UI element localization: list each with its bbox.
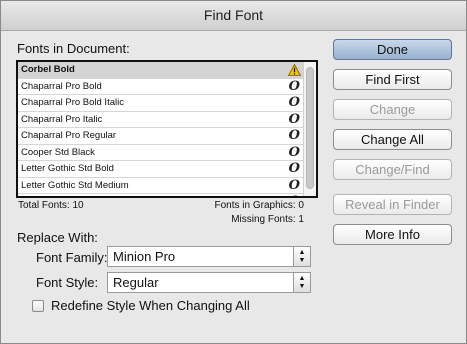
- missing-fonts-count: Missing Fonts: 1: [231, 214, 304, 225]
- opentype-font-icon: O: [288, 111, 300, 127]
- find-font-dialog: Find Font Fonts in Document: Corbel Bold…: [0, 0, 467, 344]
- font-name: Corbel Bold: [21, 64, 75, 75]
- opentype-font-icon: O: [288, 144, 300, 160]
- font-name: Chaparral Pro Bold Italic: [21, 97, 124, 108]
- reveal-in-finder-button[interactable]: Reveal in Finder: [333, 194, 452, 215]
- font-name: Letter Gothic Std Medium: [21, 179, 129, 191]
- change-button[interactable]: Change: [333, 99, 452, 120]
- fonts-in-graphics-count: Fonts in Graphics: 0: [214, 200, 304, 211]
- font-name: Letter Gothic Std Bold: [21, 163, 114, 174]
- redefine-style-checkbox[interactable]: [32, 300, 44, 312]
- more-info-button[interactable]: More Info: [333, 224, 452, 245]
- select-arrows-icon: ▲ ▼: [293, 247, 310, 266]
- font-list-item[interactable]: Cooper Std Black O: [18, 144, 304, 161]
- font-list-item[interactable]: Myriad Pro Bold Condensed O: [18, 194, 304, 198]
- fonts-in-document-label: Fonts in Document:: [17, 41, 130, 56]
- change-find-button[interactable]: Change/Find: [333, 159, 452, 180]
- font-style-label: Font Style:: [36, 275, 99, 290]
- font-list-item[interactable]: Corbel Bold: [18, 62, 304, 79]
- fonts-list-rows: Corbel Bold Chaparral Pro Bold O Chaparral …: [18, 62, 304, 198]
- fonts-list[interactable]: Corbel Bold Chaparral Pro Bold O Chaparral …: [16, 60, 318, 198]
- font-list-item[interactable]: Letter Gothic Std Bold O: [18, 161, 304, 178]
- opentype-font-icon: O: [288, 177, 300, 193]
- replace-with-label: Replace With:: [17, 230, 98, 245]
- opentype-font-icon: O: [288, 78, 300, 94]
- font-list-item[interactable]: Chaparral Pro Bold O: [18, 78, 304, 95]
- scrollbar-thumb[interactable]: [306, 67, 314, 189]
- font-family-value: Minion Pro: [113, 249, 176, 264]
- find-first-button[interactable]: Find First: [333, 69, 452, 90]
- font-list-item[interactable]: Chaparral Pro Regular O: [18, 128, 304, 145]
- opentype-font-icon: O: [288, 95, 300, 110]
- font-style-value: Regular: [113, 275, 159, 290]
- font-name: Chaparral Pro Bold: [21, 80, 102, 92]
- redefine-style-label[interactable]: Redefine Style When Changing All: [51, 298, 250, 313]
- font-name: Chaparral Pro Italic: [21, 113, 103, 125]
- opentype-font-icon: O: [288, 161, 300, 176]
- warning-icon: [288, 64, 301, 76]
- dialog-title: Find Font: [203, 7, 264, 23]
- font-name: Myriad Pro Bold Condensed: [21, 196, 140, 198]
- font-list-item[interactable]: Letter Gothic Std Medium O: [18, 177, 304, 194]
- select-arrows-icon: ▲ ▼: [293, 273, 310, 292]
- change-all-button[interactable]: Change All: [333, 129, 452, 150]
- opentype-font-icon: O: [288, 128, 300, 143]
- title-bar: Find Font: [1, 1, 466, 31]
- font-style-select[interactable]: Regular ▲ ▼: [107, 272, 311, 293]
- font-name: Chaparral Pro Regular: [21, 130, 117, 141]
- font-list-item[interactable]: Chaparral Pro Italic O: [18, 111, 304, 128]
- total-fonts-count: Total Fonts: 10: [18, 200, 84, 211]
- font-list-item[interactable]: Chaparral Pro Bold Italic O: [18, 95, 304, 112]
- font-family-select[interactable]: Minion Pro ▲ ▼: [107, 246, 311, 267]
- font-family-label: Font Family:: [36, 250, 108, 265]
- fonts-list-scrollbar[interactable]: [303, 62, 316, 196]
- font-name: Cooper Std Black: [21, 146, 95, 158]
- done-button[interactable]: Done: [333, 39, 452, 60]
- opentype-font-icon: O: [289, 194, 300, 196]
